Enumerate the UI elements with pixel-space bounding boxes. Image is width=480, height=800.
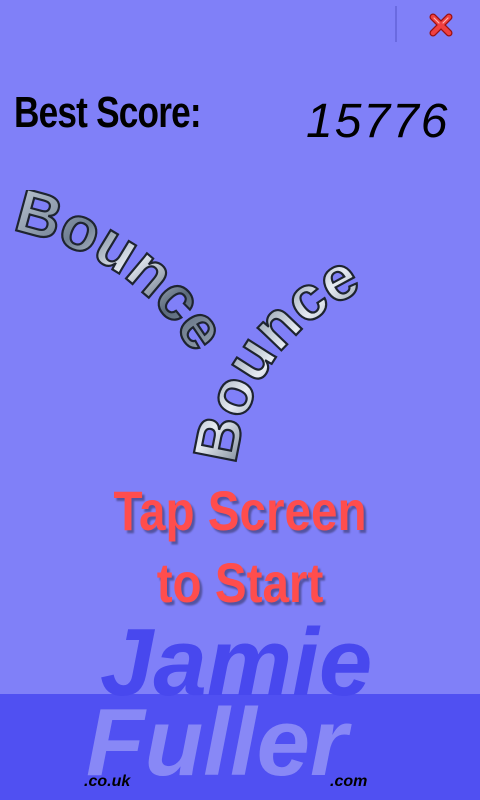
logo-word-right: Bounce: [181, 241, 369, 468]
best-score-label: Best Score:: [14, 88, 202, 137]
watermark-suffix-couk: .co.uk: [84, 773, 131, 790]
best-score-value: 15776: [306, 95, 450, 148]
tap-prompt-line2[interactable]: to Start: [36, 550, 444, 615]
divider: [395, 6, 397, 42]
tap-prompt-line1[interactable]: Tap Screen: [36, 478, 444, 543]
close-icon: [429, 13, 453, 37]
bounce-logo: Bounce Bounce: [7, 190, 370, 469]
watermark-suffix-com: .com: [330, 773, 368, 790]
close-button[interactable]: [426, 10, 456, 40]
logo-word-left: Bounce: [9, 190, 240, 363]
